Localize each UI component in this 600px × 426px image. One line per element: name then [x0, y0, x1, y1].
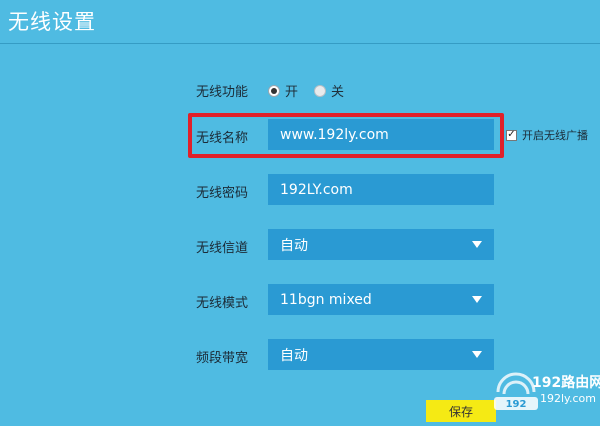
mode-value: 11bgn mixed [280, 291, 372, 308]
radio-on[interactable]: 开 [268, 81, 298, 100]
mode-label: 无线模式 [196, 296, 249, 311]
chevron-down-icon [472, 241, 482, 248]
page-title: 无线设置 [8, 10, 96, 34]
radio-on-label: 开 [285, 85, 299, 100]
highlight-box [188, 113, 504, 158]
watermark-title: 192路由网 [532, 375, 600, 391]
bandwidth-label: 频段带宽 [196, 351, 249, 366]
chevron-down-icon [472, 351, 482, 358]
channel-label: 无线信道 [196, 241, 249, 256]
bandwidth-select[interactable]: 自动 [268, 339, 494, 370]
chevron-down-icon [472, 296, 482, 303]
logo-text: 192 [506, 399, 527, 410]
watermark: 192 192路由网 192ly.com [492, 370, 600, 416]
broadcast-checkbox-group[interactable]: ✓ 开启无线广播 [506, 127, 588, 143]
password-label: 无线密码 [196, 186, 249, 201]
mode-select[interactable]: 11bgn mixed [268, 284, 494, 315]
channel-select[interactable]: 自动 [268, 229, 494, 260]
radio-off-label: 关 [331, 85, 345, 100]
password-input[interactable]: 192LY.com [268, 174, 494, 205]
wireless-function-radio-group: 开 关 [268, 81, 360, 100]
broadcast-checkbox[interactable]: ✓ [506, 129, 517, 141]
channel-value: 自动 [280, 237, 308, 254]
radio-off[interactable]: 关 [314, 81, 344, 100]
wireless-function-label: 无线功能 [196, 85, 249, 100]
save-button[interactable]: 保存 [426, 400, 496, 422]
title-divider [0, 43, 600, 44]
bandwidth-value: 自动 [280, 347, 308, 364]
radio-on-dot[interactable] [268, 84, 280, 97]
broadcast-label: 开启无线广播 [522, 129, 588, 142]
radio-off-dot[interactable] [314, 84, 327, 97]
watermark-url: 192ly.com [540, 392, 596, 405]
